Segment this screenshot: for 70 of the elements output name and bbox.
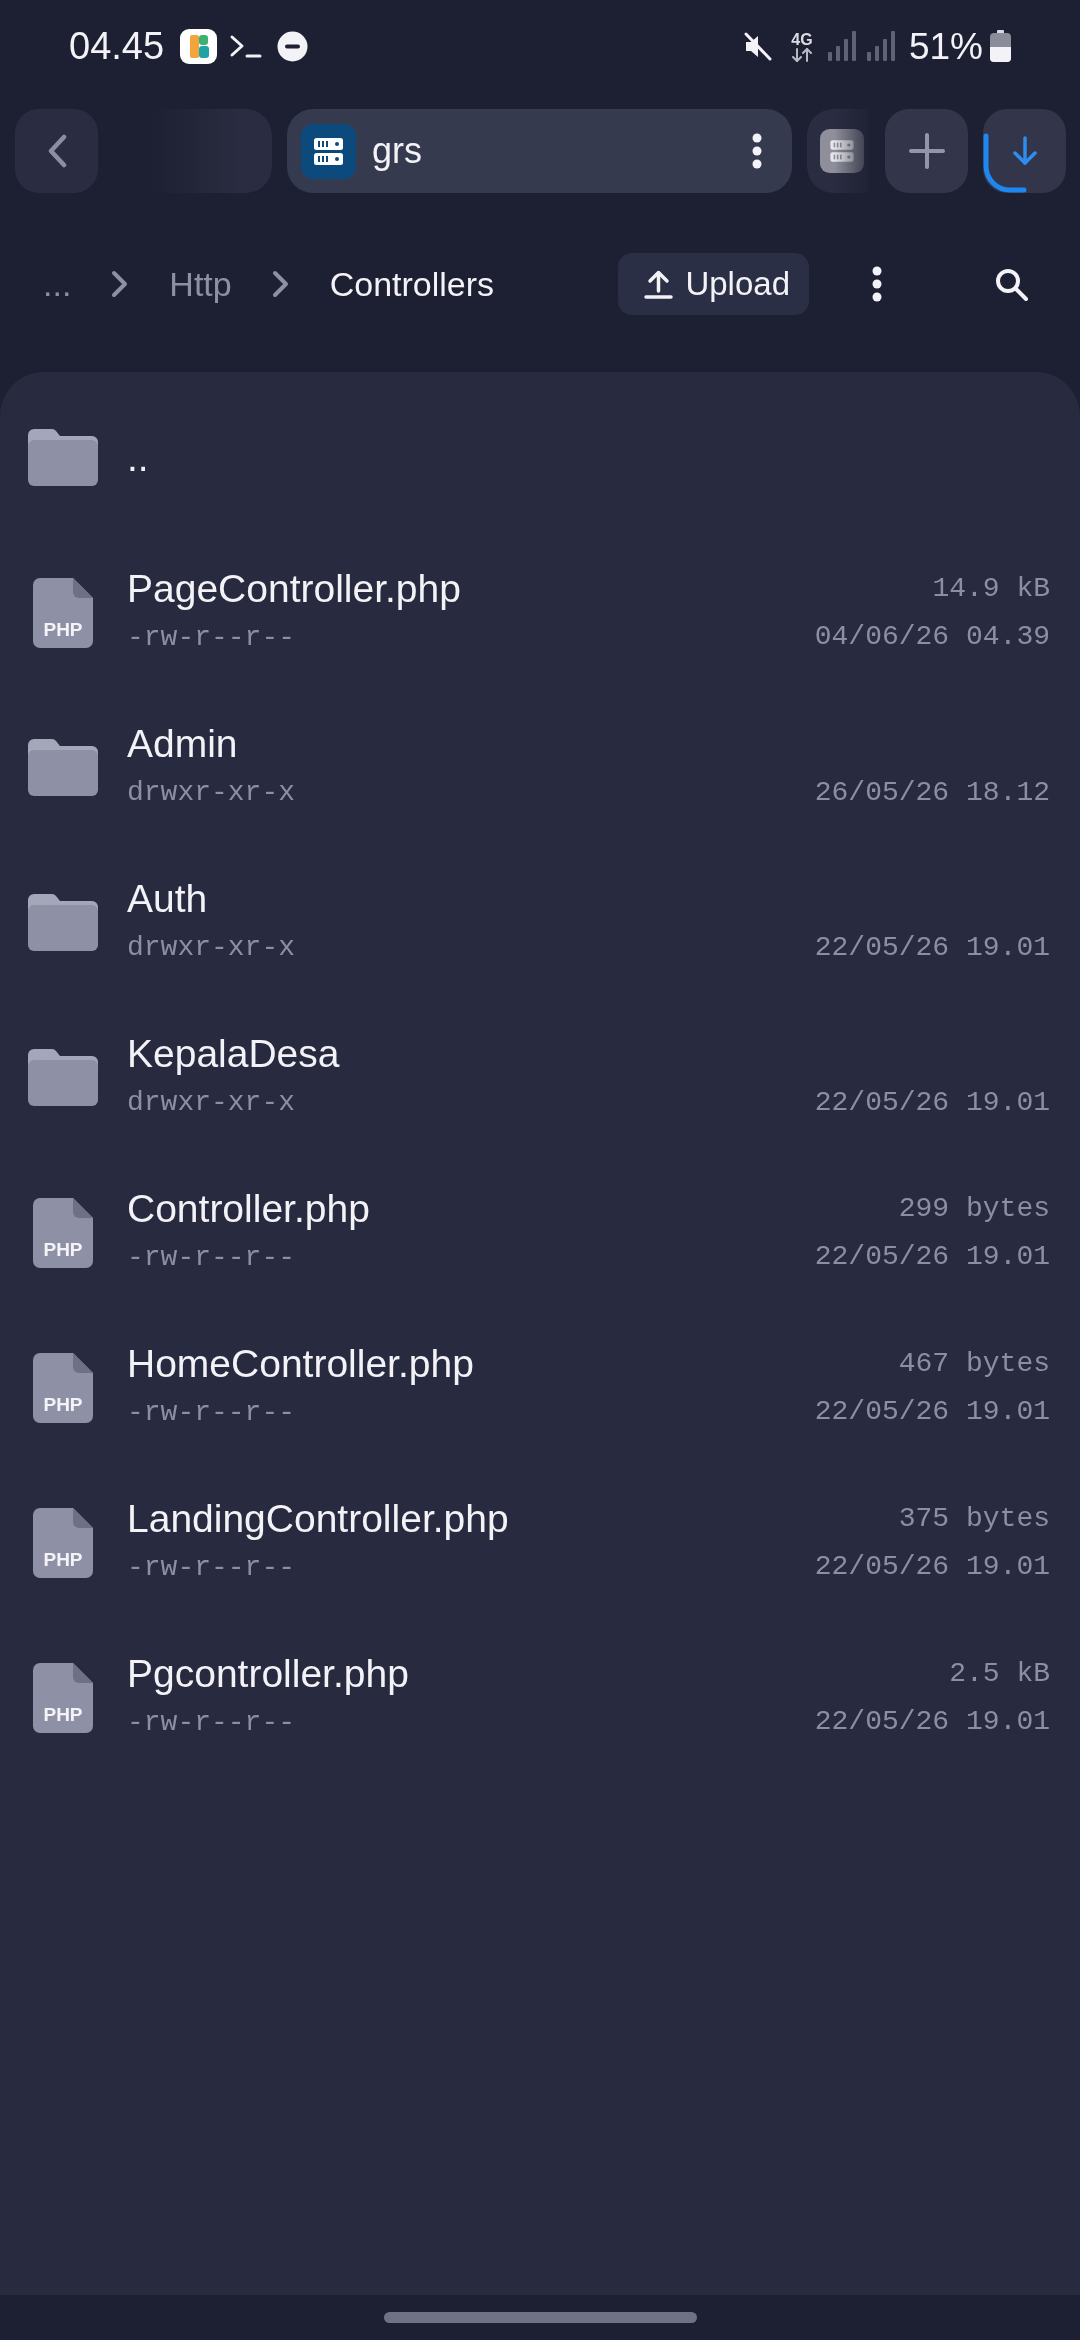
breadcrumb-item[interactable]: Http — [169, 263, 232, 305]
modified-date: 26/05/26 18.12 — [814, 775, 1050, 810]
chevron-right-icon — [111, 270, 130, 298]
signal-bars-icon — [865, 31, 895, 61]
document-icon: PHP — [33, 577, 93, 648]
server-icon — [820, 129, 864, 173]
file-permissions: drwxr-xr-x — [127, 930, 296, 965]
document-icon: PHP — [33, 1662, 93, 1733]
file-name[interactable]: HomeController.php — [127, 1338, 474, 1389]
back-button[interactable] — [15, 109, 98, 193]
tab[interactable]: grs — [287, 109, 792, 193]
modified-date: 22/05/26 19.01 — [814, 1085, 1050, 1120]
file-size: 467 bytes — [898, 1346, 1050, 1381]
file-permissions: -rw-r--r-- — [127, 1550, 296, 1585]
download-button[interactable] — [983, 109, 1066, 193]
file-size: 14.9 kB — [932, 571, 1050, 606]
file-name[interactable]: PageController.php — [127, 563, 461, 614]
chevron-right-icon — [271, 270, 290, 298]
modified-date: 22/05/26 19.01 — [814, 1704, 1050, 1739]
upload-button[interactable]: Upload — [618, 253, 809, 315]
data-arrows-icon — [790, 47, 813, 62]
modified-date: 04/06/26 04.39 — [814, 619, 1050, 654]
file-name[interactable]: Auth — [127, 873, 208, 924]
chevron-left-icon — [46, 134, 67, 168]
network-type: 4G — [791, 30, 813, 48]
document-icon: PHP — [33, 1507, 93, 1578]
download-arrow-icon — [1011, 136, 1038, 166]
modified-date: 22/05/26 19.01 — [814, 1549, 1050, 1584]
folder-icon — [28, 739, 98, 796]
file-size: 299 bytes — [898, 1191, 1050, 1226]
terminal-icon — [229, 33, 263, 59]
file-permissions: -rw-r--r-- — [127, 620, 296, 655]
file-name[interactable]: LandingController.php — [127, 1493, 509, 1544]
battery-percent: 51% — [908, 27, 983, 65]
file-permissions: -rw-r--r-- — [127, 1705, 296, 1740]
file-name[interactable]: .. — [127, 432, 149, 483]
file-size: 2.5 kB — [949, 1656, 1050, 1691]
file-name[interactable]: Admin — [127, 718, 238, 769]
do-not-disturb-icon — [277, 30, 309, 62]
clock-time: 04.45 — [69, 27, 165, 65]
more-options-icon[interactable] — [872, 266, 882, 302]
folder-icon — [28, 1049, 98, 1106]
signal-bars-icon — [826, 31, 856, 61]
document-icon: PHP — [33, 1197, 93, 1268]
more-options-icon[interactable] — [752, 133, 762, 169]
folder-icon — [28, 894, 98, 951]
file-permissions: drwxr-xr-x — [127, 775, 296, 810]
breadcrumb-item[interactable]: ... — [43, 263, 72, 305]
file-size: 375 bytes — [898, 1501, 1050, 1536]
modified-date: 22/05/26 19.01 — [814, 930, 1050, 965]
breadcrumb-item[interactable]: Controllers — [329, 263, 495, 305]
document-icon: PHP — [33, 1352, 93, 1423]
file-permissions: -rw-r--r-- — [127, 1395, 296, 1430]
battery-icon — [990, 30, 1011, 62]
file-name[interactable]: Pgcontroller.php — [127, 1648, 409, 1699]
upload-icon — [644, 269, 674, 299]
file-permissions: -rw-r--r-- — [127, 1240, 296, 1275]
modified-date: 22/05/26 19.01 — [814, 1394, 1050, 1429]
folder-icon — [28, 429, 98, 486]
new-tab-button[interactable] — [885, 109, 968, 193]
app-notification-icon — [180, 28, 218, 64]
server-icon — [301, 123, 356, 179]
progress-arc-icon — [983, 133, 1027, 193]
file-name[interactable]: Controller.php — [127, 1183, 370, 1234]
search-icon[interactable] — [995, 267, 1028, 301]
file-permissions: drwxr-xr-x — [127, 1085, 296, 1120]
modified-date: 22/05/26 19.01 — [814, 1239, 1050, 1274]
file-name[interactable]: KepalaDesa — [127, 1028, 340, 1079]
plus-icon — [908, 133, 945, 169]
tab[interactable] — [807, 109, 868, 193]
